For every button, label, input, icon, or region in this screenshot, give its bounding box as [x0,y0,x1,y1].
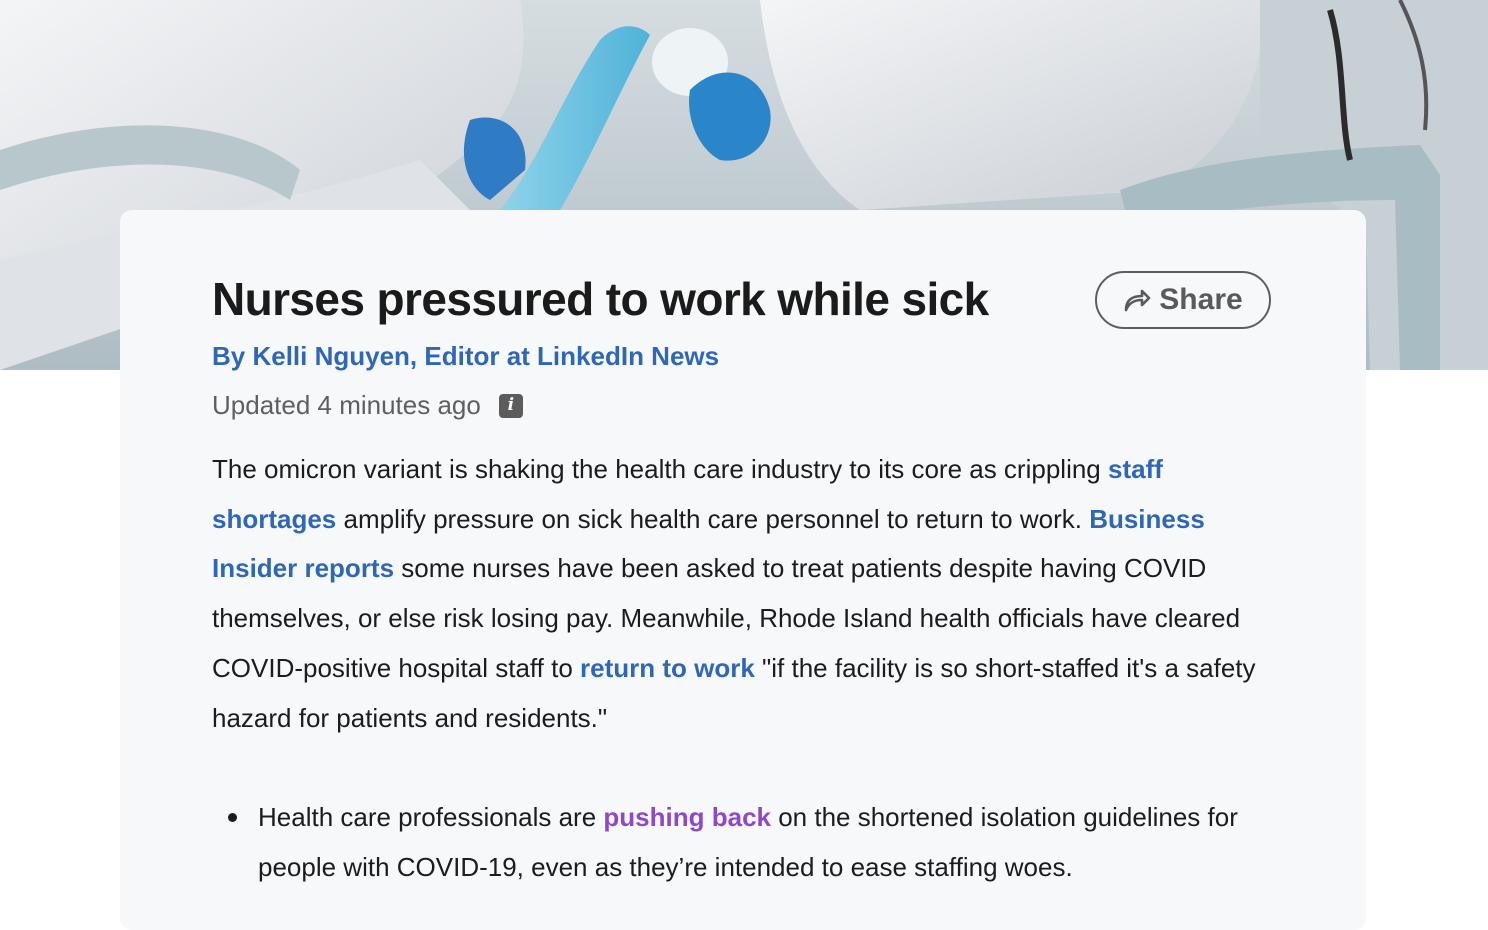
paragraph-text-2: amplify pressure on sick health care per… [336,503,1090,534]
updated-timestamp: Updated 4 minutes ago [212,390,481,420]
share-button[interactable]: Share [1095,271,1271,329]
author-byline-link[interactable]: By Kelli Nguyen, Editor at LinkedIn News [212,341,719,372]
info-icon[interactable]: i [498,393,523,418]
list-item: Health care professionals are pushing ba… [212,793,1278,892]
pushing-back-link[interactable]: pushing back [603,802,771,832]
bullet-text-1: Health care professionals are [258,802,604,832]
article-paragraph: The omicron variant is shaking the healt… [212,445,1278,743]
update-info-row: Updated 4 minutes ago i [212,390,523,421]
article-title: Nurses pressured to work while sick [212,273,989,325]
bullet-icon [228,813,237,822]
share-arrow-icon [1124,289,1151,312]
paragraph-text-1: The omicron variant is shaking the healt… [212,454,1108,484]
return-to-work-link[interactable]: return to work [580,653,755,683]
bullet-list: Health care professionals are pushing ba… [212,793,1278,892]
article-card: Nurses pressured to work while sick Shar… [120,210,1366,930]
share-button-label: Share [1159,283,1243,316]
